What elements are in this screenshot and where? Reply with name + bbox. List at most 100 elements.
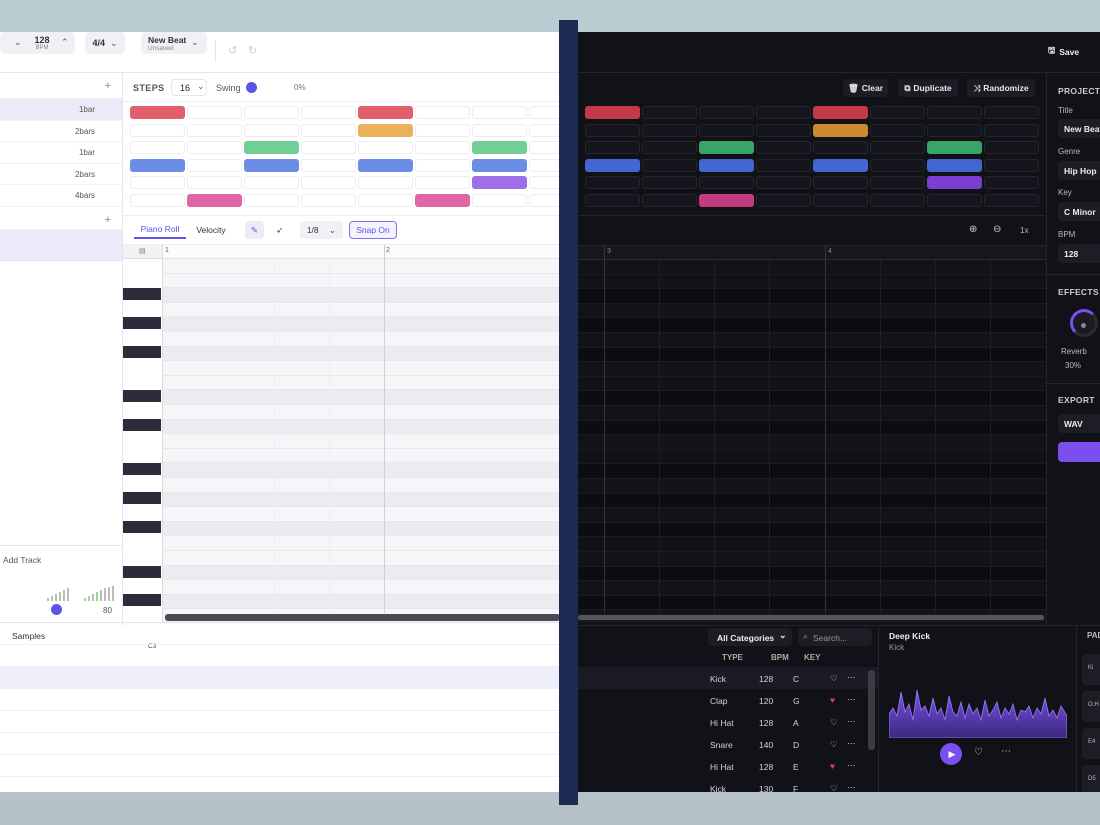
table-row[interactable]: Kick 130 F ♡ ⋯ xyxy=(578,777,878,792)
step-cell[interactable] xyxy=(642,176,697,189)
step-cell[interactable] xyxy=(358,141,413,154)
step-cell[interactable] xyxy=(699,106,754,119)
step-cell[interactable] xyxy=(642,158,697,172)
step-cell[interactable] xyxy=(529,176,560,189)
step-cell[interactable] xyxy=(642,193,697,207)
step-cell[interactable] xyxy=(187,123,242,137)
list-item[interactable] xyxy=(0,711,560,733)
bpm-increase-icon[interactable]: ⌃ xyxy=(61,37,69,48)
step-cell[interactable] xyxy=(130,141,185,154)
key-select[interactable]: C Minor xyxy=(1058,202,1100,221)
step-cell[interactable] xyxy=(130,123,185,137)
step-cell[interactable] xyxy=(358,193,413,207)
pencil-tool-button[interactable]: ✎ xyxy=(245,221,264,239)
step-cell[interactable] xyxy=(472,123,527,137)
table-row[interactable]: Snare 140 D ♡ ⋯ xyxy=(578,733,878,755)
category-filter[interactable]: All Categories ⌄ xyxy=(708,628,792,646)
step-cell[interactable] xyxy=(699,193,754,207)
step-cell[interactable] xyxy=(244,176,299,189)
step-cell[interactable] xyxy=(301,106,356,119)
step-cell[interactable] xyxy=(984,193,1039,207)
list-item[interactable] xyxy=(0,755,560,777)
favorite-icon[interactable]: ♡ xyxy=(974,747,983,758)
step-cell[interactable] xyxy=(642,141,697,154)
title-field[interactable]: New Beat xyxy=(1058,119,1100,138)
step-cell[interactable] xyxy=(415,158,470,172)
black-key[interactable] xyxy=(123,288,161,300)
step-cell[interactable] xyxy=(927,176,982,189)
step-cell[interactable] xyxy=(927,141,982,154)
step-cell[interactable] xyxy=(358,176,413,189)
step-cell[interactable] xyxy=(472,106,527,119)
step-cell[interactable] xyxy=(870,123,925,137)
more-icon[interactable]: ⋯ xyxy=(847,782,856,792)
step-cell[interactable] xyxy=(585,123,640,137)
step-cell[interactable] xyxy=(984,123,1039,137)
add-track-button[interactable]: Add Track xyxy=(0,545,122,572)
step-cell[interactable] xyxy=(415,193,470,207)
step-cell[interactable] xyxy=(585,158,640,172)
step-cell[interactable] xyxy=(187,141,242,154)
project-name-menu[interactable]: New Beat Unsaved ⌄ xyxy=(141,32,207,54)
step-cell[interactable] xyxy=(927,106,982,119)
bpm-field[interactable]: 128 xyxy=(1058,244,1100,263)
zoom-out-icon[interactable]: ⊖ xyxy=(993,224,1001,235)
bpm-control[interactable]: ⌄ 128 BPM ⌃ xyxy=(0,32,75,54)
dark-piano-roll-grid[interactable]: 3 4 xyxy=(578,245,1046,622)
step-cell[interactable] xyxy=(130,106,185,119)
dark-horizontal-scrollbar[interactable] xyxy=(578,613,1046,622)
step-cell[interactable] xyxy=(187,176,242,189)
list-scrollbar[interactable] xyxy=(868,670,875,750)
heart-icon[interactable]: ♡ xyxy=(830,673,838,684)
step-cell[interactable] xyxy=(301,193,356,207)
step-cell[interactable] xyxy=(927,193,982,207)
waveform[interactable] xyxy=(889,686,1067,738)
black-key[interactable] xyxy=(123,492,161,504)
split-divider[interactable] xyxy=(559,20,578,805)
redo-icon[interactable]: ↻ xyxy=(248,44,257,57)
list-item[interactable] xyxy=(0,645,560,667)
step-cell[interactable] xyxy=(529,193,560,207)
step-cell[interactable] xyxy=(813,176,868,189)
step-cell[interactable] xyxy=(415,141,470,154)
step-cell[interactable] xyxy=(870,176,925,189)
genre-select[interactable]: Hip Hop xyxy=(1058,161,1100,180)
step-cell[interactable] xyxy=(244,106,299,119)
sidebar-item-track[interactable]: 4bars xyxy=(0,185,122,207)
step-cell[interactable] xyxy=(187,106,242,119)
pad-button[interactable]: E4 xyxy=(1082,728,1100,759)
samples-tab[interactable]: Samples xyxy=(12,631,45,641)
step-cell[interactable] xyxy=(472,193,527,207)
sidebar-item-track[interactable]: 1bar xyxy=(0,99,122,121)
step-cell[interactable] xyxy=(529,141,560,154)
heart-icon[interactable]: ♡ xyxy=(830,783,838,792)
black-key[interactable] xyxy=(123,390,161,402)
steps-select[interactable]: 16 ⌄ xyxy=(171,79,207,96)
selected-group[interactable] xyxy=(0,229,122,261)
black-key[interactable] xyxy=(123,346,161,358)
step-cell[interactable] xyxy=(756,158,811,172)
black-key[interactable] xyxy=(123,463,161,475)
more-icon[interactable]: ⋯ xyxy=(847,760,856,771)
step-cell[interactable] xyxy=(529,123,560,137)
step-cell[interactable] xyxy=(472,158,527,172)
step-cell[interactable] xyxy=(358,123,413,137)
step-cell[interactable] xyxy=(301,141,356,154)
step-cell[interactable] xyxy=(415,176,470,189)
more-icon[interactable]: ⋯ xyxy=(847,738,856,749)
black-key[interactable] xyxy=(123,594,161,606)
quantize-select[interactable]: 1/8 ⌄ xyxy=(300,221,343,239)
tab-velocity[interactable]: Velocity xyxy=(191,221,231,239)
step-cell[interactable] xyxy=(756,106,811,119)
step-cell[interactable] xyxy=(244,141,299,154)
horizontal-scrollbar[interactable] xyxy=(163,613,560,622)
pad-button[interactable]: Ki xyxy=(1082,654,1100,685)
select-tool-button[interactable]: ➶ xyxy=(270,221,289,239)
step-cell[interactable] xyxy=(244,123,299,137)
snap-toggle[interactable]: Snap On xyxy=(349,221,397,239)
table-row[interactable]: Hi Hat 128 E ♥ ⋯ xyxy=(578,755,878,777)
step-cell[interactable] xyxy=(130,158,185,172)
sidebar-item-track[interactable]: 1bar xyxy=(0,142,122,164)
export-format-select[interactable]: WAV xyxy=(1058,414,1100,433)
step-cell[interactable] xyxy=(358,106,413,119)
